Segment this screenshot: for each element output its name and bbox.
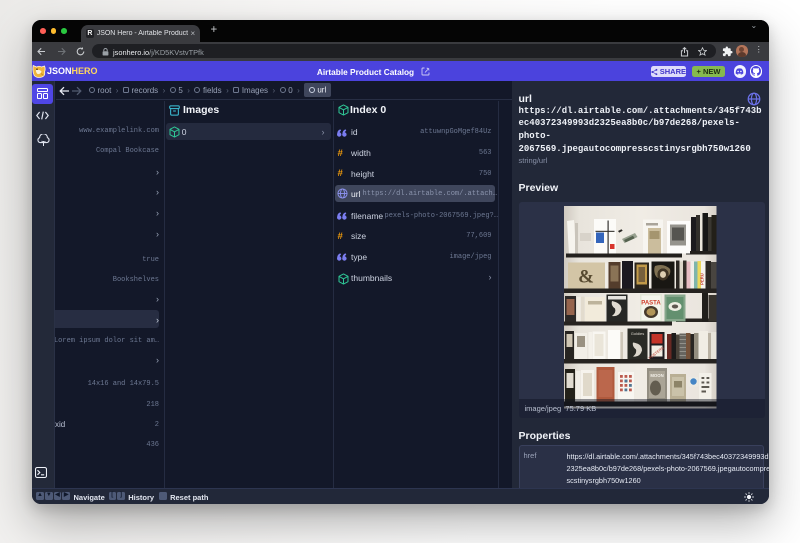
svg-text:MOON: MOON: [650, 373, 663, 378]
svg-text:&: &: [578, 267, 594, 288]
svg-text:PERU: PERU: [700, 273, 705, 285]
svg-text:Goldies: Goldies: [631, 331, 645, 336]
svg-text:PASTA: PASTA: [641, 301, 661, 307]
